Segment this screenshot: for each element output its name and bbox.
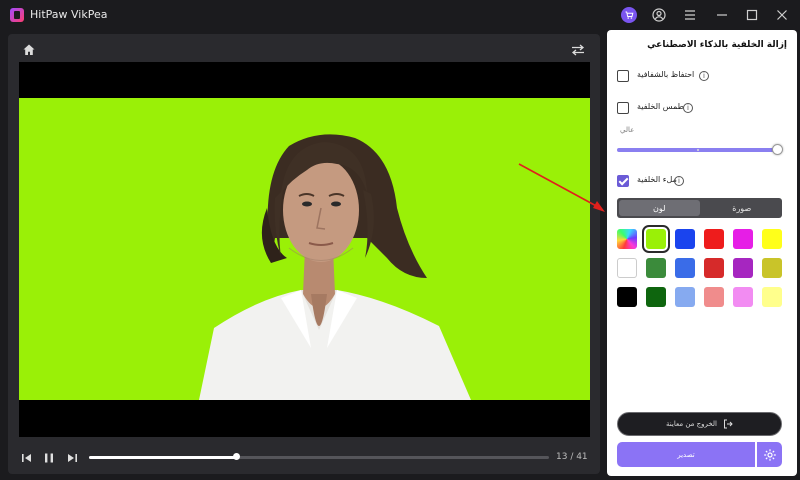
tab-color[interactable]: لون (619, 200, 700, 216)
color-swatch[interactable] (704, 229, 724, 249)
panel-title: إزالة الخلفية بالذكاء الاصطناعي (647, 40, 787, 50)
color-swatch[interactable] (675, 258, 695, 278)
next-frame-icon[interactable] (65, 450, 81, 466)
info-icon[interactable]: i (674, 176, 684, 186)
timeline-handle[interactable] (233, 453, 241, 460)
title-bar: HitPaw VikPea (0, 0, 800, 30)
color-swatch[interactable] (642, 225, 670, 253)
preview-panel: 13 / 41 (8, 34, 600, 474)
cart-icon[interactable] (620, 6, 638, 24)
fill-background-label: ملء الخلفية (637, 175, 677, 184)
exit-icon (723, 419, 733, 429)
tab-image[interactable]: صورة (702, 198, 783, 218)
blur-background-option[interactable]: طمس الخلفية i (617, 100, 787, 116)
maximize-icon[interactable] (743, 6, 761, 24)
fill-type-tabs: لون صورة (617, 198, 782, 218)
color-swatch[interactable] (704, 258, 724, 278)
slider-midpoint (697, 149, 699, 151)
blur-level-handle[interactable] (772, 144, 783, 155)
color-swatch[interactable] (733, 287, 753, 307)
color-swatch[interactable] (617, 287, 637, 307)
exit-preview-label: الخروج من معاينة (666, 420, 717, 428)
timeline-track[interactable] (89, 453, 549, 460)
export-settings-gear-icon[interactable] (757, 442, 782, 467)
minimize-icon[interactable] (713, 6, 731, 24)
keep-transparency-checkbox[interactable] (617, 70, 629, 82)
portrait-image (199, 134, 471, 400)
color-swatch[interactable] (733, 229, 753, 249)
color-swatch[interactable] (646, 287, 666, 307)
app-logo-icon (10, 8, 24, 22)
pause-icon[interactable] (42, 450, 58, 466)
color-swatch[interactable] (675, 229, 695, 249)
color-picker-swatch[interactable] (617, 229, 637, 249)
video-canvas (19, 62, 590, 437)
close-icon[interactable] (773, 6, 791, 24)
fill-background-option[interactable]: ملء الخلفية i (617, 173, 787, 189)
blur-background-label: طمس الخلفية (637, 102, 684, 111)
color-swatch[interactable] (617, 258, 637, 278)
account-icon[interactable] (650, 6, 668, 24)
previous-frame-icon[interactable] (20, 450, 36, 466)
color-swatch[interactable] (646, 258, 666, 278)
settings-panel: إزالة الخلفية بالذكاء الاصطناعي احتفاظ ب… (607, 30, 797, 476)
info-icon[interactable]: i (683, 103, 693, 113)
menu-icon[interactable] (681, 6, 699, 24)
color-swatch[interactable] (675, 287, 695, 307)
keep-transparency-label: احتفاظ بالشفافية (637, 70, 695, 79)
export-label: تصدير (677, 450, 695, 459)
color-swatch[interactable] (762, 287, 782, 307)
blur-background-checkbox[interactable] (617, 102, 629, 114)
video-frame (19, 98, 590, 400)
app-title: HitPaw VikPea (30, 8, 108, 21)
blur-level-slider[interactable] (617, 144, 783, 155)
fill-background-checkbox[interactable] (617, 175, 629, 187)
exit-preview-button[interactable]: الخروج من معاينة (617, 412, 782, 436)
timeline-progress (89, 456, 237, 459)
playback-controls: 13 / 41 (8, 442, 600, 472)
color-swatch[interactable] (762, 258, 782, 278)
info-icon[interactable]: i (699, 71, 709, 81)
color-swatch[interactable] (762, 229, 782, 249)
blur-level-label: عالي (620, 126, 635, 134)
color-swatch[interactable] (733, 258, 753, 278)
export-button[interactable]: تصدير (617, 442, 755, 467)
keep-transparency-option[interactable]: احتفاظ بالشفافية i (617, 68, 787, 84)
color-swatch[interactable] (704, 287, 724, 307)
home-icon[interactable] (22, 42, 38, 58)
app-window: HitPaw VikPea 13 / 41 إزالة الخلفية بالذ… (0, 0, 800, 480)
frame-counter: 13 / 41 (556, 452, 588, 462)
compare-swap-icon[interactable] (571, 42, 587, 58)
